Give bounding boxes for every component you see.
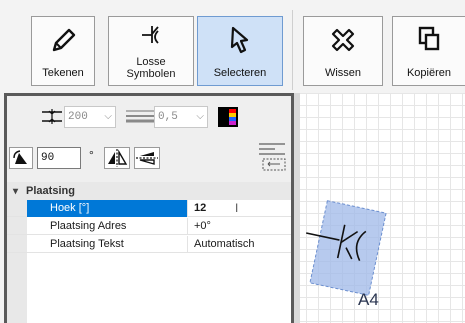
property-name: Plaatsing Adres xyxy=(50,220,127,232)
draw-button[interactable]: Tekenen xyxy=(31,16,95,86)
chevron-down-icon: ⌵ xyxy=(104,112,112,123)
line-spacing-value: 200 xyxy=(68,111,88,123)
copy-icon xyxy=(416,25,442,58)
chevron-down-icon: ▾ xyxy=(13,185,19,197)
loose-symbols-label-2: Symbolen xyxy=(126,68,176,80)
degree-label: ° xyxy=(89,148,94,162)
mirror-vertical-icon[interactable] xyxy=(134,147,160,169)
line-width-select[interactable]: 0,5 ⌵ xyxy=(154,106,208,128)
main-toolbar: Tekenen Losse Symbolen Selecteren Wissen xyxy=(0,0,465,92)
property-value[interactable]: Automatisch xyxy=(187,236,291,253)
rotation-row: 90 ° xyxy=(7,136,291,180)
select-button[interactable]: Selecteren xyxy=(197,16,283,86)
drawing-canvas[interactable]: A4 xyxy=(294,93,465,323)
text-placement-icon[interactable] xyxy=(257,141,287,178)
property-value-input[interactable]: 12 xyxy=(187,200,291,217)
loose-symbols-label-1: Losse xyxy=(136,56,166,68)
delete-x-icon xyxy=(328,25,358,60)
property-value[interactable]: +0° xyxy=(187,218,291,235)
chevron-down-icon: ⌵ xyxy=(196,112,204,123)
property-row-text-placement[interactable]: Plaatsing Tekst Automatisch xyxy=(7,236,291,253)
line-style-row: 200 ⌵ 0,5 ⌵ xyxy=(7,96,291,136)
copy-button[interactable]: Kopiëren xyxy=(392,16,465,86)
properties-panel: 200 ⌵ 0,5 ⌵ 90 ° ▾ Plaatsing Hoek [°] 12… xyxy=(4,93,294,323)
line-spacing-select[interactable]: 200 ⌵ xyxy=(64,106,116,128)
property-row-angle[interactable]: Hoek [°] 12 I xyxy=(7,200,291,217)
toolbar-separator xyxy=(292,10,293,90)
canvas-splitter[interactable] xyxy=(294,93,300,323)
property-name: Hoek [°] xyxy=(27,200,187,217)
draw-button-label: Tekenen xyxy=(42,67,84,79)
category-placement-label: Plaatsing xyxy=(26,185,75,197)
pencil-icon xyxy=(48,25,78,60)
property-name: Plaatsing Tekst xyxy=(50,238,124,250)
delete-button[interactable]: Wissen xyxy=(303,16,383,86)
rotation-angle-input[interactable]: 90 xyxy=(37,147,81,169)
line-spacing-icon xyxy=(41,108,63,131)
delete-button-label: Wissen xyxy=(324,67,362,79)
text-cursor-icon: I xyxy=(235,201,239,215)
selected-symbol[interactable]: A4 xyxy=(294,93,465,323)
category-placement[interactable]: ▾ Plaatsing xyxy=(7,182,291,200)
color-picker-button[interactable] xyxy=(217,106,239,133)
line-width-value: 0,5 xyxy=(158,111,178,123)
rotate-icon[interactable] xyxy=(9,147,33,169)
property-row-address-placement[interactable]: Plaatsing Adres +0° xyxy=(7,218,291,235)
mirror-horizontal-icon[interactable] xyxy=(104,147,130,169)
symbol-label: A4 xyxy=(358,290,379,309)
symbol-icon xyxy=(138,23,164,50)
rotation-angle-value: 90 xyxy=(41,152,55,164)
cursor-icon xyxy=(227,25,253,60)
property-grid: ▾ Plaatsing Hoek [°] 12 I Plaatsing Adre… xyxy=(7,182,291,323)
copy-button-label: Kopiëren xyxy=(406,67,452,79)
line-width-icon xyxy=(125,108,155,129)
loose-symbols-button[interactable]: Losse Symbolen xyxy=(108,16,194,86)
select-button-label: Selecteren xyxy=(213,67,267,79)
